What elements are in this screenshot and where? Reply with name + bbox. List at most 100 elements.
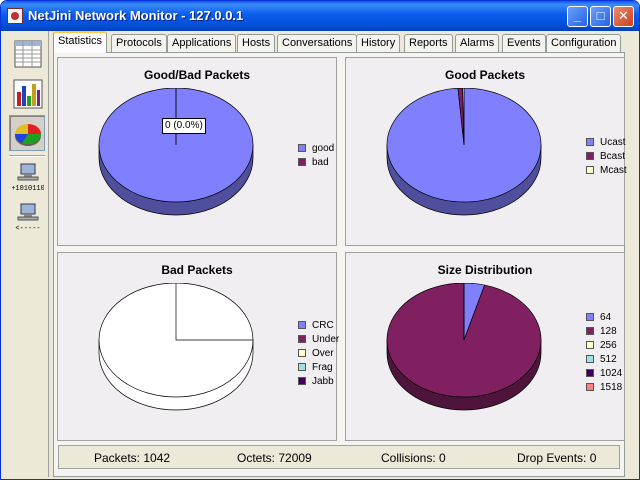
chart-panel-size-distribution: Size Distribution 64 128 256 512 1024 1518 bbox=[345, 252, 625, 441]
legend-label: CRC bbox=[312, 320, 334, 331]
legend-swatch bbox=[298, 158, 306, 166]
pie-chart[interactable] bbox=[386, 88, 556, 238]
legend-swatch bbox=[586, 383, 594, 391]
legend-label: Under bbox=[312, 334, 340, 345]
tab-events[interactable]: Events bbox=[502, 34, 546, 52]
legend-label: 512 bbox=[600, 354, 617, 365]
statistics-panel: Good/Bad Packets good bad 0 (0.0%) Good P… bbox=[53, 52, 627, 477]
packets-count: Packets: 1042 bbox=[94, 451, 171, 465]
pie-chart-view-button[interactable] bbox=[9, 115, 45, 151]
legend-label: Bcast bbox=[600, 151, 626, 162]
chart-panel-good-packets: Good Packets Ucast Bcast Mcast bbox=[345, 57, 627, 246]
network-receive-icon: <----- bbox=[15, 203, 41, 233]
legend-swatch bbox=[298, 363, 306, 371]
tab-conversations[interactable]: Conversations bbox=[277, 34, 358, 52]
legend-swatch bbox=[298, 349, 306, 357]
legend-item-1024: 1024 bbox=[586, 367, 622, 381]
table-icon bbox=[14, 40, 42, 68]
table-view-button[interactable] bbox=[9, 35, 45, 71]
window-title: NetJini Network Monitor - 127.0.0.1 bbox=[28, 8, 244, 23]
legend-item-Ucast: Ucast bbox=[586, 136, 627, 150]
octets-count: Octets: 72009 bbox=[237, 451, 312, 465]
close-button[interactable]: ✕ bbox=[613, 6, 634, 27]
tab-configuration[interactable]: Configuration bbox=[546, 34, 622, 52]
legend-label: good bbox=[312, 143, 335, 154]
tab-strip: Statistics Protocols Applications Hosts … bbox=[53, 31, 633, 53]
legend-item-good: good bbox=[298, 142, 334, 156]
chart-legend: 64 128 256 512 1024 1518 bbox=[586, 311, 622, 395]
legend-label: bad bbox=[312, 157, 329, 168]
send-packets-button[interactable]: +1010110 bbox=[9, 159, 45, 195]
network-send-icon: +1010110 bbox=[12, 163, 44, 193]
drop-events-count: Drop Events: 0 bbox=[517, 451, 597, 465]
legend-label: 256 bbox=[600, 340, 617, 351]
bar-chart-view-button[interactable] bbox=[9, 75, 45, 111]
legend-item-512: 512 bbox=[586, 353, 622, 367]
legend-item-128: 128 bbox=[586, 325, 622, 339]
legend-label: 64 bbox=[600, 312, 612, 323]
legend-item-Frag: Frag bbox=[298, 361, 339, 375]
tab-protocols[interactable]: Protocols bbox=[111, 34, 167, 52]
legend-item-1518: 1518 bbox=[586, 381, 622, 395]
chart-title: Bad Packets bbox=[161, 263, 233, 277]
legend-label: 1518 bbox=[600, 382, 623, 393]
tab-applications[interactable]: Applications bbox=[167, 34, 237, 52]
legend-item-64: 64 bbox=[586, 311, 622, 325]
legend-item-Bcast: Bcast bbox=[586, 150, 627, 164]
toolbar-separator bbox=[9, 155, 45, 157]
slice-tooltip: 0 (0.0%) bbox=[162, 118, 206, 134]
pie-chart[interactable] bbox=[98, 283, 268, 433]
legend-label: Mcast bbox=[600, 165, 627, 176]
tab-history[interactable]: History bbox=[356, 34, 401, 52]
legend-swatch bbox=[586, 138, 594, 146]
legend-swatch bbox=[586, 166, 594, 174]
legend-swatch bbox=[298, 335, 306, 343]
legend-swatch bbox=[298, 321, 306, 329]
pie-chart[interactable] bbox=[98, 88, 268, 238]
tab-statistics[interactable]: Statistics bbox=[53, 31, 108, 53]
legend-label: Frag bbox=[312, 362, 333, 373]
tab-reports[interactable]: Reports bbox=[404, 34, 453, 52]
legend-swatch bbox=[298, 377, 306, 385]
pie-chart[interactable] bbox=[386, 283, 556, 433]
legend-swatch bbox=[586, 327, 594, 335]
chart-legend: good bad bbox=[298, 142, 334, 170]
legend-item-Jabb: Jabb bbox=[298, 375, 339, 389]
chart-panel-bad-packets: Bad Packets CRC Under Over Frag Jabb bbox=[57, 252, 339, 441]
client-area: +1010110 <----- Statistics Protocols App… bbox=[5, 31, 635, 477]
legend-item-CRC: CRC bbox=[298, 319, 339, 333]
chart-title: Size Distribution bbox=[437, 263, 533, 277]
app-icon bbox=[7, 8, 23, 24]
legend-item-Over: Over bbox=[298, 347, 339, 361]
legend-swatch bbox=[586, 341, 594, 349]
legend-label: Jabb bbox=[312, 376, 334, 387]
legend-swatch bbox=[586, 152, 594, 160]
legend-item-Mcast: Mcast bbox=[586, 164, 627, 178]
receive-packets-button[interactable]: <----- bbox=[9, 199, 45, 235]
legend-swatch bbox=[586, 313, 594, 321]
legend-label: Ucast bbox=[600, 137, 626, 148]
legend-label: 128 bbox=[600, 326, 617, 337]
legend-item-Under: Under bbox=[298, 333, 339, 347]
legend-label: 1024 bbox=[600, 368, 623, 379]
chart-legend: CRC Under Over Frag Jabb bbox=[298, 319, 339, 389]
chart-panel-good-bad: Good/Bad Packets good bad 0 (0.0%) bbox=[57, 57, 337, 246]
side-toolbar: +1010110 <----- bbox=[5, 31, 49, 477]
chart-title: Good/Bad Packets bbox=[143, 68, 251, 82]
maximize-button[interactable]: □ bbox=[590, 6, 611, 27]
minimize-button[interactable]: _ bbox=[567, 6, 588, 27]
status-bar: Packets: 1042 Octets: 72009 Collisions: … bbox=[58, 445, 620, 469]
tab-alarms[interactable]: Alarms bbox=[455, 34, 500, 52]
tab-hosts[interactable]: Hosts bbox=[237, 34, 276, 52]
legend-swatch bbox=[586, 369, 594, 377]
chart-legend: Ucast Bcast Mcast bbox=[586, 136, 627, 178]
legend-label: Over bbox=[312, 348, 334, 359]
collisions-count: Collisions: 0 bbox=[381, 451, 446, 465]
legend-item-bad: bad bbox=[298, 156, 334, 170]
legend-swatch bbox=[586, 355, 594, 363]
receive-caption: <----- bbox=[15, 225, 40, 233]
title-bar[interactable]: NetJini Network Monitor - 127.0.0.1 _ □ … bbox=[1, 1, 639, 31]
bar-chart-icon bbox=[13, 79, 43, 109]
app-window: NetJini Network Monitor - 127.0.0.1 _ □ … bbox=[0, 0, 640, 480]
legend-item-256: 256 bbox=[586, 339, 622, 353]
